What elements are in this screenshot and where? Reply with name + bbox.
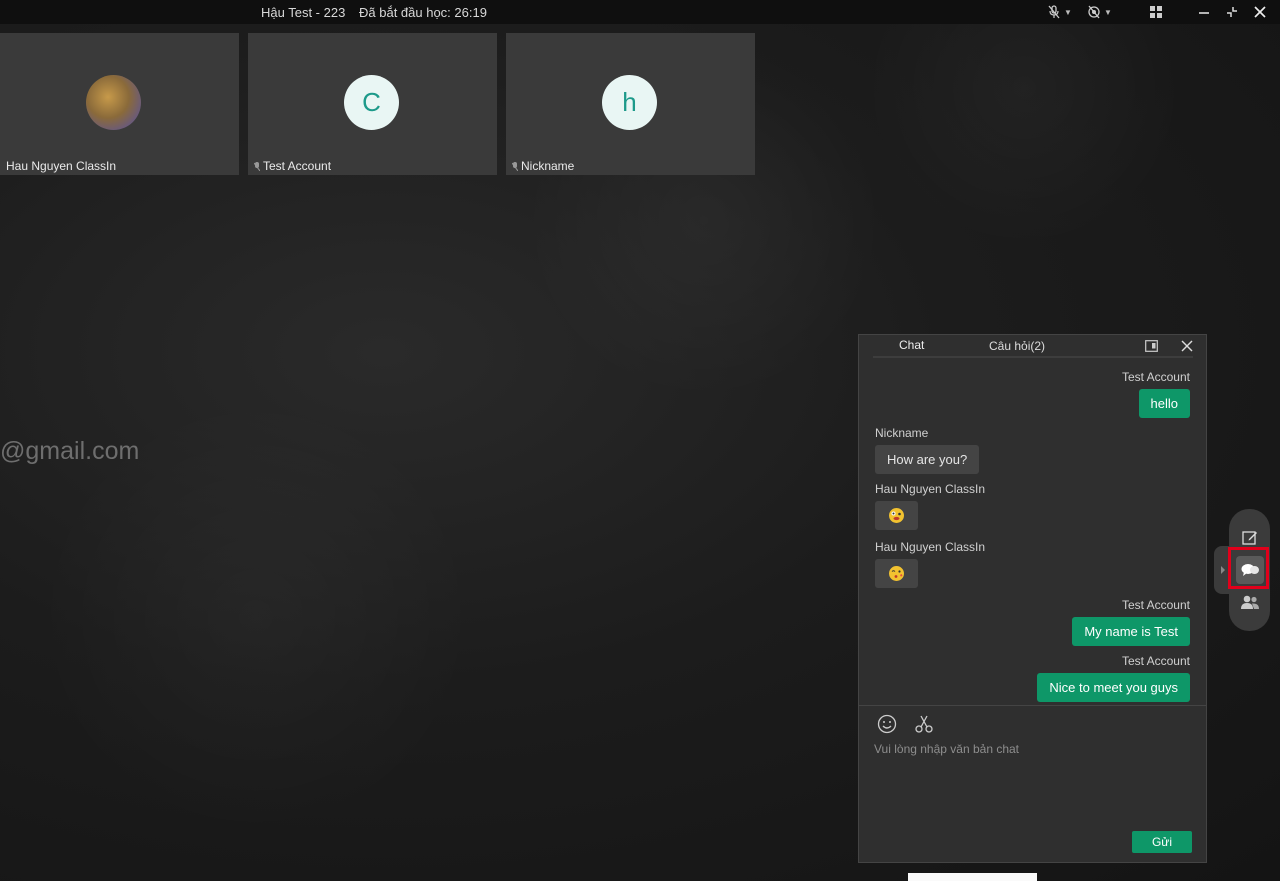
- camera-off-button[interactable]: ▼: [1087, 3, 1112, 21]
- message-bubble: How are you?: [875, 445, 980, 474]
- message-bubble: [875, 559, 918, 588]
- pop-out-button[interactable]: [1143, 338, 1159, 354]
- message-bubble: [875, 501, 918, 530]
- chat-tabs: Chat Câu hỏi(2): [859, 335, 1206, 358]
- close-icon: [1181, 340, 1193, 352]
- screenshot-button[interactable]: [913, 713, 935, 735]
- message-bubble: Nice to meet you guys: [1037, 673, 1190, 702]
- class-title: Hậu Test - 223: [261, 5, 346, 20]
- users-icon: [1241, 595, 1259, 609]
- highlight-annotation: [1228, 547, 1269, 589]
- mute-all-mic-button[interactable]: ▼: [1047, 3, 1072, 21]
- camera-off-icon: [1088, 5, 1100, 19]
- kiss-face-emoji-icon: [889, 566, 904, 581]
- chat-panel: Chat Câu hỏi(2) Test Account hello Nickn…: [858, 334, 1207, 863]
- minimize-icon: [1199, 12, 1209, 14]
- message-sender: Test Account: [1121, 370, 1190, 384]
- chevron-down-icon: ▼: [1104, 7, 1112, 17]
- message-sender: Hau Nguyen ClassIn: [875, 482, 986, 496]
- bottom-panel-stub: [908, 873, 1037, 881]
- close-chat-button[interactable]: [1179, 338, 1195, 354]
- tab-divider: [873, 356, 1193, 358]
- mic-icon: [254, 161, 260, 171]
- participant-tile[interactable]: Hau Nguyen ClassIn: [0, 33, 239, 175]
- elapsed-time: Đã bắt đầu học: 26:19: [359, 5, 487, 20]
- tab-chat[interactable]: Chat: [899, 338, 924, 352]
- crazy-face-emoji-icon: [889, 508, 904, 523]
- edit-icon: [1242, 531, 1257, 545]
- participant-tile[interactable]: C Test Account: [248, 33, 497, 175]
- shrink-window-icon: [1227, 7, 1237, 17]
- tab-questions[interactable]: Câu hỏi(2): [989, 339, 1045, 353]
- chevron-right-icon: [1221, 566, 1225, 574]
- avatar: [86, 75, 141, 130]
- smiley-icon: [877, 714, 897, 734]
- pop-out-icon: [1144, 340, 1158, 352]
- minimize-button[interactable]: [1197, 3, 1211, 21]
- grid-icon: [1150, 6, 1162, 18]
- avatar: h: [602, 75, 657, 130]
- close-window-button[interactable]: [1253, 3, 1267, 21]
- message-bubble: hello: [1138, 389, 1190, 418]
- mic-off-icon: [1048, 5, 1060, 19]
- message-sender: Nickname: [875, 426, 929, 440]
- input-divider: [859, 705, 1206, 706]
- message-sender: Test Account: [1121, 598, 1190, 612]
- participant-name: Hau Nguyen ClassIn: [6, 159, 117, 173]
- chevron-down-icon: ▼: [1064, 7, 1072, 17]
- avatar: C: [344, 75, 399, 130]
- message-bubble: My name is Test: [1072, 617, 1190, 646]
- scissors-icon: [915, 715, 933, 733]
- participant-name: Nickname: [521, 159, 575, 173]
- send-button[interactable]: Gửi: [1132, 831, 1192, 853]
- participant-name-row: Nickname: [512, 159, 574, 173]
- emoji-button[interactable]: [876, 713, 898, 735]
- members-button[interactable]: [1236, 588, 1264, 616]
- board-email-text: @gmail.com: [0, 437, 140, 465]
- participant-tile[interactable]: h Nickname: [506, 33, 755, 175]
- chat-input[interactable]: Vui lòng nhập văn bản chat: [874, 742, 1019, 756]
- participant-name-row: Test Account: [254, 159, 331, 173]
- close-icon: [1254, 6, 1266, 18]
- message-sender: Hau Nguyen ClassIn: [875, 540, 986, 554]
- restore-button[interactable]: [1225, 3, 1239, 21]
- message-sender: Test Account: [1121, 654, 1190, 668]
- participant-name-row: Hau Nguyen ClassIn: [6, 159, 116, 173]
- title-bar: Hậu Test - 223 Đã bắt đầu học: 26:19 ▼ ▼: [0, 0, 1280, 24]
- participant-name: Test Account: [263, 159, 332, 173]
- layout-grid-button[interactable]: [1149, 3, 1163, 21]
- mic-icon: [512, 161, 518, 171]
